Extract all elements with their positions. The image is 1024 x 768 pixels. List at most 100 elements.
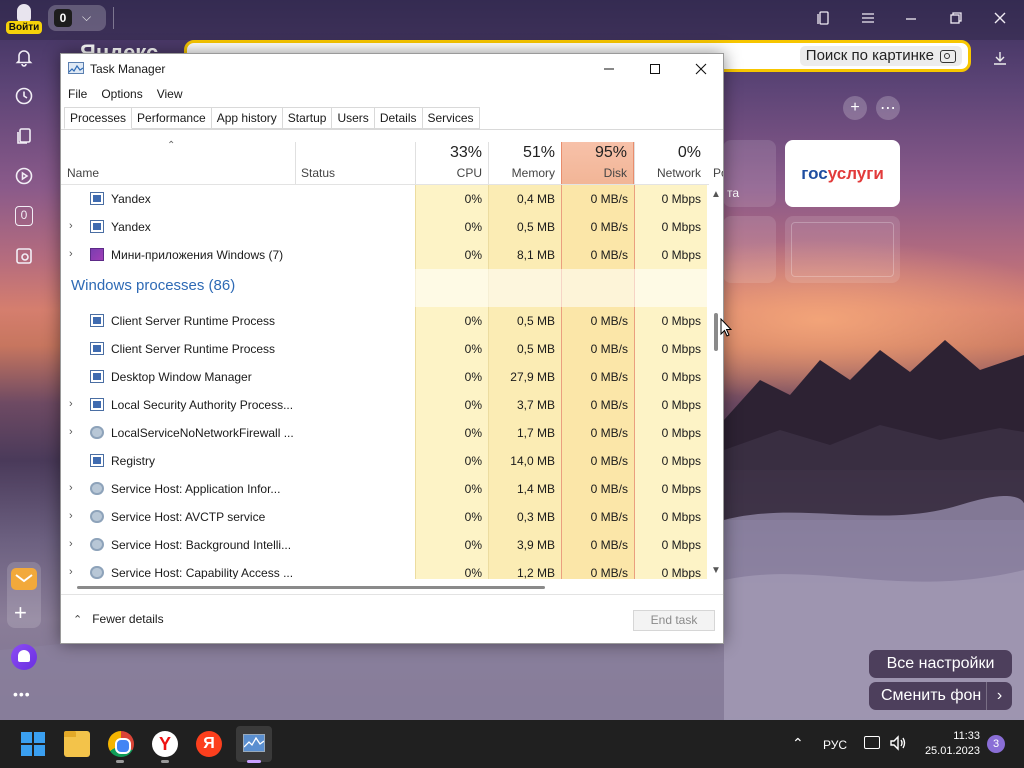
column-header-memory[interactable]: 51% Memory: [488, 142, 561, 185]
column-header-disk[interactable]: 95% Disk: [561, 142, 634, 185]
vertical-scrollbar[interactable]: ▲ ▼: [709, 185, 723, 579]
cpu-value: 0%: [464, 538, 482, 552]
all-settings-button[interactable]: Все настройки: [869, 650, 1012, 678]
expand-chevron-icon[interactable]: ›: [69, 220, 79, 232]
menu-options[interactable]: Options: [94, 84, 149, 106]
file-explorer-icon[interactable]: [64, 731, 90, 757]
close-icon[interactable]: [678, 54, 724, 84]
bookmarks-icon[interactable]: [811, 6, 837, 30]
chrome-icon[interactable]: [108, 731, 134, 757]
menu-file[interactable]: File: [61, 84, 94, 106]
table-row[interactable]: Registry 0% 14,0 MB 0 MB/s 0 Mbps: [61, 447, 709, 475]
rail-more-icon[interactable]: •••: [13, 686, 31, 702]
gosuslugi-shortcut-tile[interactable]: гос услуги: [785, 140, 900, 207]
cpu-value: 0%: [464, 248, 482, 262]
tab-startup[interactable]: Startup: [282, 107, 333, 129]
tab-details[interactable]: Details: [374, 107, 423, 129]
tab-counter-button[interactable]: 0 ⌵: [48, 5, 106, 31]
notification-count-badge[interactable]: 3: [987, 735, 1005, 753]
expand-chevron-icon[interactable]: ›: [69, 482, 79, 494]
end-task-button[interactable]: End task: [633, 610, 715, 631]
video-play-icon[interactable]: [10, 162, 38, 190]
sort-up-chevron-icon: ⌃: [167, 140, 176, 151]
tab-users[interactable]: Users: [332, 107, 375, 129]
table-row[interactable]: › LocalServiceNoNetworkFirewall ... 0% 1…: [61, 419, 709, 447]
clock[interactable]: 11:33 25.01.2023: [920, 729, 980, 759]
group-header-row[interactable]: Windows processes (86): [61, 269, 709, 307]
history-clock-icon[interactable]: [10, 82, 38, 110]
mail-icon[interactable]: [11, 568, 37, 590]
alice-assistant-icon[interactable]: [11, 644, 37, 670]
memory-label: Memory: [511, 166, 555, 180]
add-service-plus-icon[interactable]: +: [14, 602, 27, 624]
screenshot-camera-icon[interactable]: [10, 242, 38, 270]
search-by-image-button[interactable]: Поиск по картинке: [799, 46, 962, 66]
table-row[interactable]: › Service Host: Capability Access ... 0%…: [61, 559, 709, 579]
browser-restore-icon[interactable]: [943, 6, 969, 30]
column-header-cpu[interactable]: 33% CPU: [415, 142, 488, 185]
table-row[interactable]: Desktop Window Manager 0% 27,9 MB 0 MB/s…: [61, 363, 709, 391]
table-row[interactable]: › Yandex 0% 0,5 MB 0 MB/s 0 Mbps: [61, 213, 709, 241]
scroll-down-arrow-icon[interactable]: ▼: [711, 565, 721, 576]
yandex-app-icon[interactable]: Я: [196, 731, 222, 757]
windows-start-icon[interactable]: [20, 731, 46, 757]
empty-shortcut-tile-2[interactable]: [785, 216, 900, 283]
table-row[interactable]: › Service Host: AVCTP service 0% 0,3 MB …: [61, 503, 709, 531]
login-button[interactable]: Войти: [6, 2, 42, 34]
volume-speaker-icon[interactable]: [889, 735, 907, 756]
table-row[interactable]: Client Server Runtime Process 0% 0,5 MB …: [61, 307, 709, 335]
notifications-bell-icon[interactable]: [10, 43, 38, 71]
more-options-icon[interactable]: ⋯: [876, 96, 900, 120]
expand-chevron-icon[interactable]: ›: [69, 538, 79, 550]
disk-value: 0 MB/s: [590, 538, 628, 552]
horizontal-scroll-thumb[interactable]: [77, 586, 545, 589]
service-gear-icon: [90, 538, 104, 551]
expand-chevron-icon[interactable]: ›: [69, 510, 79, 522]
column-header-status[interactable]: Status: [295, 142, 415, 185]
browser-close-icon[interactable]: [987, 6, 1013, 30]
maximize-icon[interactable]: [632, 54, 678, 84]
expand-chevron-icon[interactable]: ›: [69, 426, 79, 438]
tab-performance[interactable]: Performance: [132, 107, 212, 129]
chevron-right-icon[interactable]: ›: [986, 682, 1012, 710]
fewer-details-button[interactable]: ⌃ Fewer details: [73, 612, 164, 626]
yandex-browser-icon[interactable]: Y: [152, 731, 178, 757]
tab-app-history[interactable]: App history: [211, 107, 283, 129]
tab-services[interactable]: Services: [422, 107, 480, 129]
table-row[interactable]: › Service Host: Application Infor... 0% …: [61, 475, 709, 503]
task-manager-window[interactable]: Task Manager File Options View Processes…: [60, 53, 724, 644]
table-row[interactable]: › Local Security Authority Process... 0%…: [61, 391, 709, 419]
collections-icon[interactable]: [10, 122, 38, 150]
downloads-icon[interactable]: [988, 46, 1012, 70]
table-row[interactable]: › Service Host: Background Intelli... 0%…: [61, 531, 709, 559]
column-header-network[interactable]: 0% Network: [634, 142, 707, 185]
expand-chevron-icon[interactable]: ›: [69, 566, 79, 578]
tab-processes[interactable]: Processes: [64, 107, 133, 129]
menu-view[interactable]: View: [150, 84, 190, 106]
empty-shortcut-tile[interactable]: [723, 216, 776, 283]
horizontal-scrollbar[interactable]: [61, 579, 709, 593]
change-background-button[interactable]: Сменить фон ›: [869, 682, 1012, 710]
network-monitor-icon[interactable]: [864, 736, 880, 749]
expand-chevron-icon[interactable]: ›: [69, 398, 79, 410]
minimize-icon[interactable]: [586, 54, 632, 84]
menu-hamburger-icon[interactable]: [855, 6, 881, 30]
browser-minimize-icon[interactable]: [898, 6, 924, 30]
task-manager-taskbar-icon[interactable]: [236, 726, 272, 762]
disk-value: 0 MB/s: [590, 342, 628, 356]
add-tile-plus-icon[interactable]: +: [843, 96, 867, 120]
tray-overflow-chevron-icon[interactable]: ⌃: [792, 735, 804, 752]
partial-shortcut-tile[interactable]: та: [723, 140, 776, 207]
scroll-up-arrow-icon[interactable]: ▲: [711, 189, 721, 200]
column-header-power-partial[interactable]: Po: [707, 142, 723, 185]
language-indicator[interactable]: РУС: [823, 738, 847, 752]
table-row[interactable]: Client Server Runtime Process 0% 0,5 MB …: [61, 335, 709, 363]
expand-chevron-icon[interactable]: ›: [69, 248, 79, 260]
task-manager-titlebar[interactable]: Task Manager: [61, 54, 723, 84]
column-header-name[interactable]: ⌃ Name: [61, 140, 295, 185]
rail-counter-badge[interactable]: 0: [10, 202, 38, 230]
table-row[interactable]: › Мини-приложения Windows (7) 0% 8,1 MB …: [61, 241, 709, 269]
table-row[interactable]: Yandex 0% 0,4 MB 0 MB/s 0 Mbps: [61, 185, 709, 213]
vertical-scroll-thumb[interactable]: [714, 313, 718, 351]
camera-icon: [940, 49, 956, 63]
